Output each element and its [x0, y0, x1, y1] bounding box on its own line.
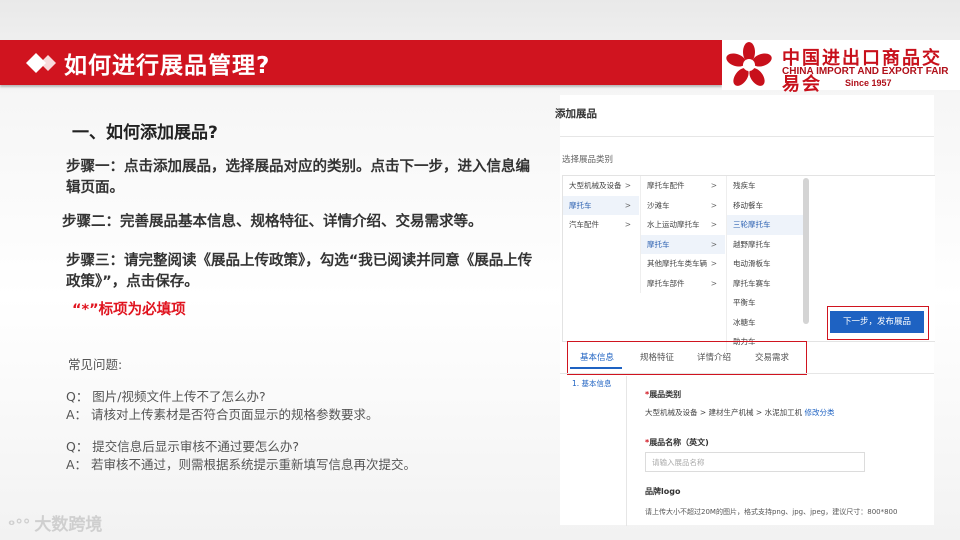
step-one: 步骤一：点击添加展品，选择展品对应的类别。点击下一步，进入信息编辑页面。 [66, 159, 530, 196]
product-name-input[interactable]: 请输入展品名称 [645, 452, 865, 472]
section-heading: 一、如何添加展品? [72, 123, 218, 143]
category-column-3: 残疾车 移动餐车 三轮摩托车 越野摩托车 电动滑板车 摩托车赛车 平衡车 冰糖车… [726, 176, 803, 352]
chevron-right-icon: > [710, 259, 717, 268]
faq-answer-2: A： 若审核不通过，则需根据系统提示重新填写信息再次提交。 [66, 457, 417, 472]
diamond-icon [26, 53, 56, 73]
active-tab-indicator [570, 367, 622, 369]
chevron-right-icon: > [710, 239, 717, 249]
chevron-right-icon: > [710, 278, 717, 288]
tab-details[interactable]: 详情介绍 [697, 351, 731, 363]
logo-since: Since 1957 [845, 78, 892, 88]
brand-logo-icon: ᵒ°° [8, 516, 31, 534]
divider [560, 373, 934, 374]
category-item[interactable]: 摩托车 > [641, 234, 725, 254]
chevron-right-icon: > [624, 200, 631, 210]
category-item[interactable]: 汽车配件 > [563, 215, 639, 235]
category-item[interactable]: 电动滑板车 [727, 254, 803, 274]
category-label: 选择展品类别 [562, 155, 614, 165]
faq-answer-1: A： 请核对上传素材是否符合页面显示的规格参数要求。 [66, 407, 379, 422]
scrollbar[interactable] [803, 178, 809, 324]
faq-question-2: Q： 提交信息后显示审核不通过要怎么办? [66, 439, 299, 454]
chevron-right-icon: > [710, 181, 717, 190]
chevron-right-icon: > [710, 200, 717, 210]
category-item[interactable]: 其他摩托车类车辆 > [641, 254, 725, 274]
chevron-right-icon: > [624, 181, 631, 190]
step-three: 步骤三：请完整阅读《展品上传政策》，勾选“我已阅读并同意《展品上传政策》”，点击… [66, 253, 533, 290]
next-publish-button[interactable]: 下一步，发布展品 [830, 311, 924, 333]
canton-fair-flower-icon [726, 42, 772, 86]
category-column-1: 大型机械及设备 > 摩托车 > 汽车配件 > [563, 176, 639, 235]
screenshot-title: 添加展品 [555, 108, 597, 120]
faq-title: 常见问题: [68, 357, 123, 372]
required-field-note: “*”标项为必填项 [72, 302, 186, 318]
category-item[interactable]: 水上运动摩托车 > [641, 215, 725, 235]
step-two: 步骤二：完善展品基本信息、规格特征、详情介绍、交易需求等。 [62, 214, 483, 230]
category-field-label: *展品类别 [645, 390, 682, 399]
category-item[interactable]: 大型机械及设备 > [563, 176, 639, 196]
product-name-label: *展品名称（英文) [645, 438, 709, 447]
category-item[interactable]: 越野摩托车 [727, 235, 803, 255]
upload-hint: 请上传大小不超过20M的图片，格式支持png、jpg、jpeg，建议尺寸：800… [645, 508, 898, 516]
brand-watermark: ᵒ°° 大数跨境 [8, 510, 102, 535]
category-column-2: 摩托车配件 > 沙滩车 > 水上运动摩托车 > 摩托车 > 其他摩托车类车辆 > 摩托车部… [640, 176, 725, 293]
category-field-value: 大型机械及设备 > 建材生产机械 > 水泥加工机 修改分类 [645, 408, 835, 417]
category-item[interactable]: 沙滩车 > [641, 196, 725, 216]
tab-trade-needs[interactable]: 交易需求 [755, 351, 789, 363]
page-title: 如何进行展品管理? [64, 53, 271, 79]
category-item[interactable]: 摩托车配件 > [641, 176, 725, 196]
tab-basic-info[interactable]: 基本信息 [580, 351, 614, 363]
category-item[interactable]: 残疾车 [727, 176, 803, 196]
category-item[interactable]: 摩托车 > [563, 195, 639, 215]
divider [626, 376, 627, 526]
category-item[interactable]: 三轮摩托车 [727, 215, 803, 235]
tab-specifications[interactable]: 规格特征 [640, 351, 674, 363]
side-nav-basic-info[interactable]: 1. 基本信息 [572, 378, 612, 389]
faq-question-1: Q： 图片/视频文件上传不了怎么办? [66, 389, 266, 404]
category-item[interactable]: 移动餐车 [727, 196, 803, 216]
logo-english-name: CHINA IMPORT AND EXPORT FAIR [782, 66, 949, 77]
brand-name: 大数跨境 [34, 515, 103, 535]
category-item[interactable]: 摩托车部件 > [641, 274, 725, 294]
brand-logo-label: 品牌logo [645, 487, 681, 496]
category-item[interactable]: 平衡车 [727, 293, 803, 313]
chevron-right-icon: > [624, 220, 631, 229]
divider [560, 136, 934, 137]
modify-category-link[interactable]: 修改分类 [805, 408, 835, 417]
category-item[interactable]: 冰糖车 [727, 313, 803, 333]
category-item[interactable]: 摩托车赛车 [727, 274, 803, 294]
chevron-right-icon: > [710, 220, 717, 229]
